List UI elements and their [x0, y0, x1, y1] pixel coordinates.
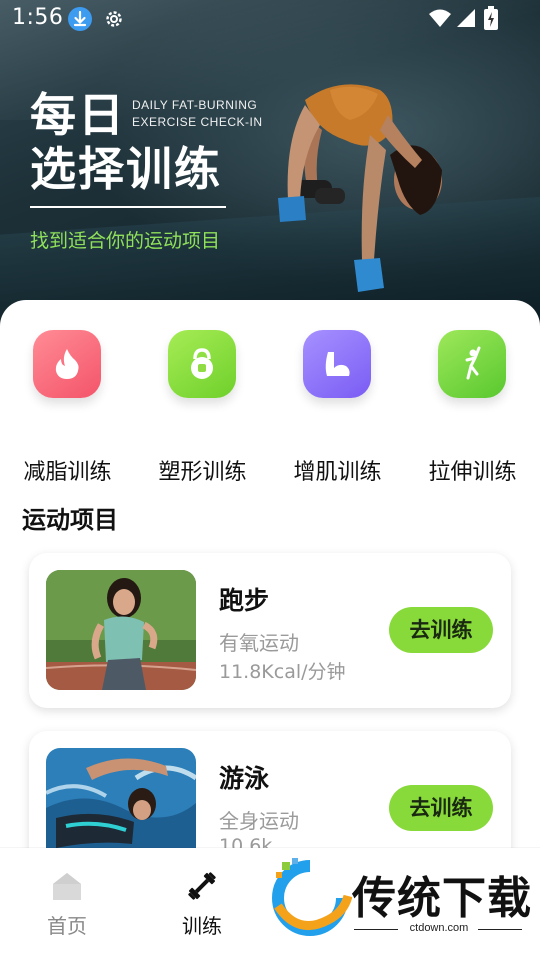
nav-training[interactable]: 训练	[147, 870, 257, 950]
category-label: 塑形训练	[158, 460, 247, 485]
category-label: 增肌训练	[293, 460, 382, 485]
running-photo	[46, 570, 196, 690]
home-icon	[51, 870, 83, 902]
start-training-button[interactable]: 去训练	[389, 607, 493, 653]
category-shaping[interactable]: 塑形训练	[135, 330, 270, 485]
workout-type: 有氧运动	[219, 631, 299, 655]
wifi-icon	[428, 8, 452, 28]
athlete-image	[278, 84, 442, 292]
nav-label: 首页	[47, 914, 87, 938]
nav-label: 训练	[182, 914, 222, 938]
workout-name: 跑步	[219, 586, 270, 615]
bicep-icon	[303, 330, 371, 398]
watermark-brand: 传统下载	[352, 873, 532, 924]
signal-icon	[456, 8, 476, 28]
workout-type: 全身运动	[219, 809, 299, 833]
status-bar: 1:56	[0, 0, 540, 38]
hero-tagline: 找到适合你的运动项目	[30, 230, 221, 252]
stretch-figure-icon	[438, 330, 506, 398]
hero-subtitle-en: DAILY FAT-BURNING EXERCISE CHECK-IN	[132, 98, 263, 129]
section-title: 运动项目	[22, 506, 118, 534]
hero-title-line2: 选择训练	[30, 142, 222, 196]
gear-icon	[102, 7, 126, 31]
watermark-line-right	[478, 929, 522, 930]
workout-name: 游泳	[219, 764, 270, 793]
start-training-button[interactable]: 去训练	[389, 785, 493, 831]
flame-icon	[33, 330, 101, 398]
download-icon	[68, 7, 92, 31]
status-time: 1:56	[12, 5, 64, 30]
category-muscle[interactable]: 增肌训练	[270, 330, 405, 485]
content-panel: 减脂训练 塑形训练 增肌训练 拉伸训练 运动项目 跑步 有氧运动 11.8Kca…	[0, 300, 540, 886]
nav-home[interactable]: 首页	[12, 870, 122, 950]
hero-divider	[30, 206, 226, 208]
category-label: 拉伸训练	[428, 460, 517, 485]
workout-card-running[interactable]: 跑步 有氧运动 11.8Kcal/分钟 去训练	[29, 553, 511, 708]
watermark: 传统下载 ctdown.com	[268, 858, 540, 948]
battery-icon	[484, 6, 498, 30]
training-icon	[186, 870, 218, 902]
hero-title-line1: 每日	[30, 88, 126, 142]
watermark-url: ctdown.com	[409, 922, 469, 934]
category-row: 减脂训练 塑形训练 增肌训练 拉伸训练	[0, 330, 540, 485]
kettlebell-icon	[168, 330, 236, 398]
workout-calories: 11.8Kcal/分钟	[219, 661, 346, 683]
category-fat-loss[interactable]: 减脂训练	[0, 330, 135, 485]
category-stretch[interactable]: 拉伸训练	[405, 330, 540, 485]
hero-banner: 1:56 每日 DAILY FAT-BURNING EXERCISE CHECK…	[0, 0, 540, 330]
category-label: 减脂训练	[23, 460, 112, 485]
watermark-logo-icon	[272, 858, 352, 936]
